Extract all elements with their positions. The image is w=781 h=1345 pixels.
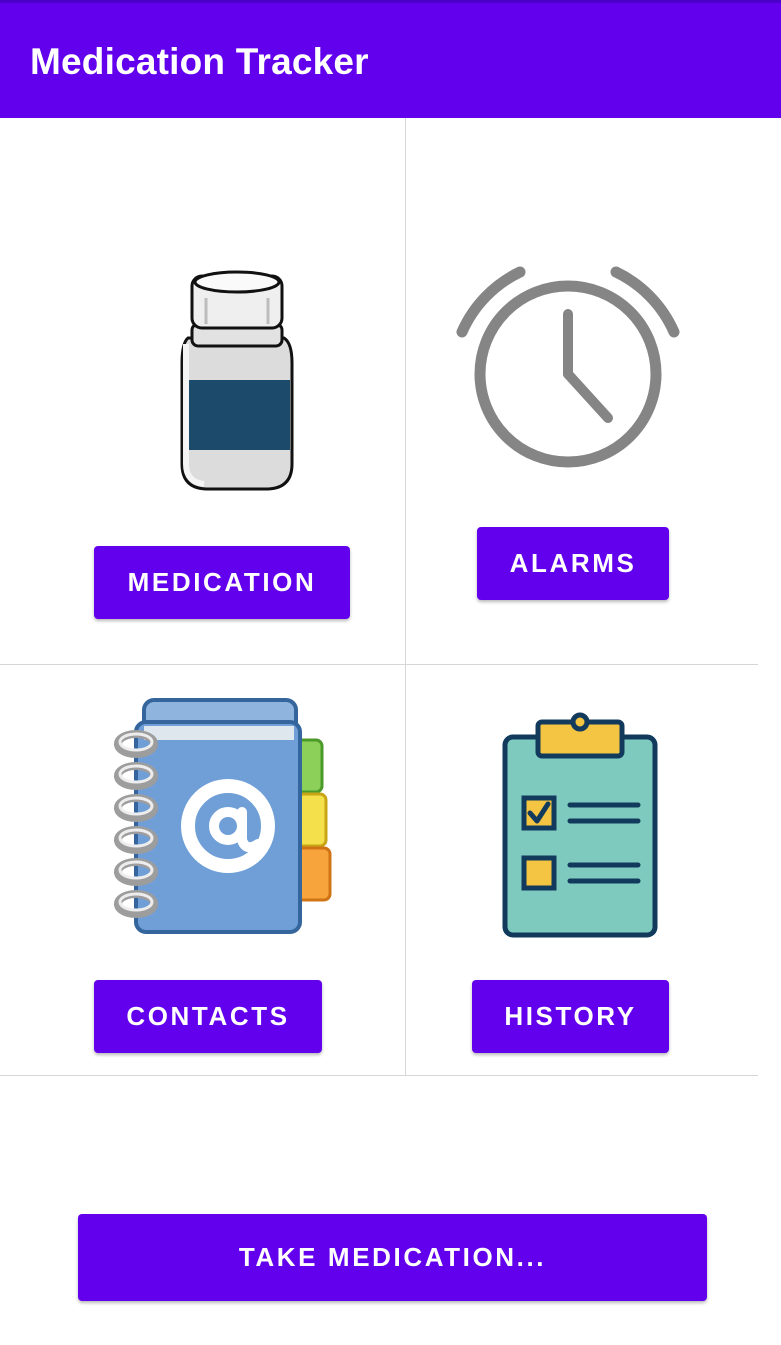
pill-bottle-icon [176,268,298,494]
medication-button[interactable]: MEDICATION [94,546,350,619]
clipboard-checklist-icon [502,712,658,938]
grid-divider-bottom [0,1075,758,1076]
contacts-button[interactable]: CONTACTS [94,980,322,1053]
take-medication-button[interactable]: TAKE MEDICATION... [78,1214,707,1301]
address-book-icon [110,698,336,940]
alarms-button[interactable]: ALARMS [477,527,669,600]
history-button[interactable]: HISTORY [472,980,669,1053]
alarm-clock-icon [452,262,684,474]
grid-divider-vertical [405,118,406,1075]
app-bar: Medication Tracker [0,0,781,118]
grid-divider-middle [0,664,758,665]
app-title: Medication Tracker [30,41,369,82]
